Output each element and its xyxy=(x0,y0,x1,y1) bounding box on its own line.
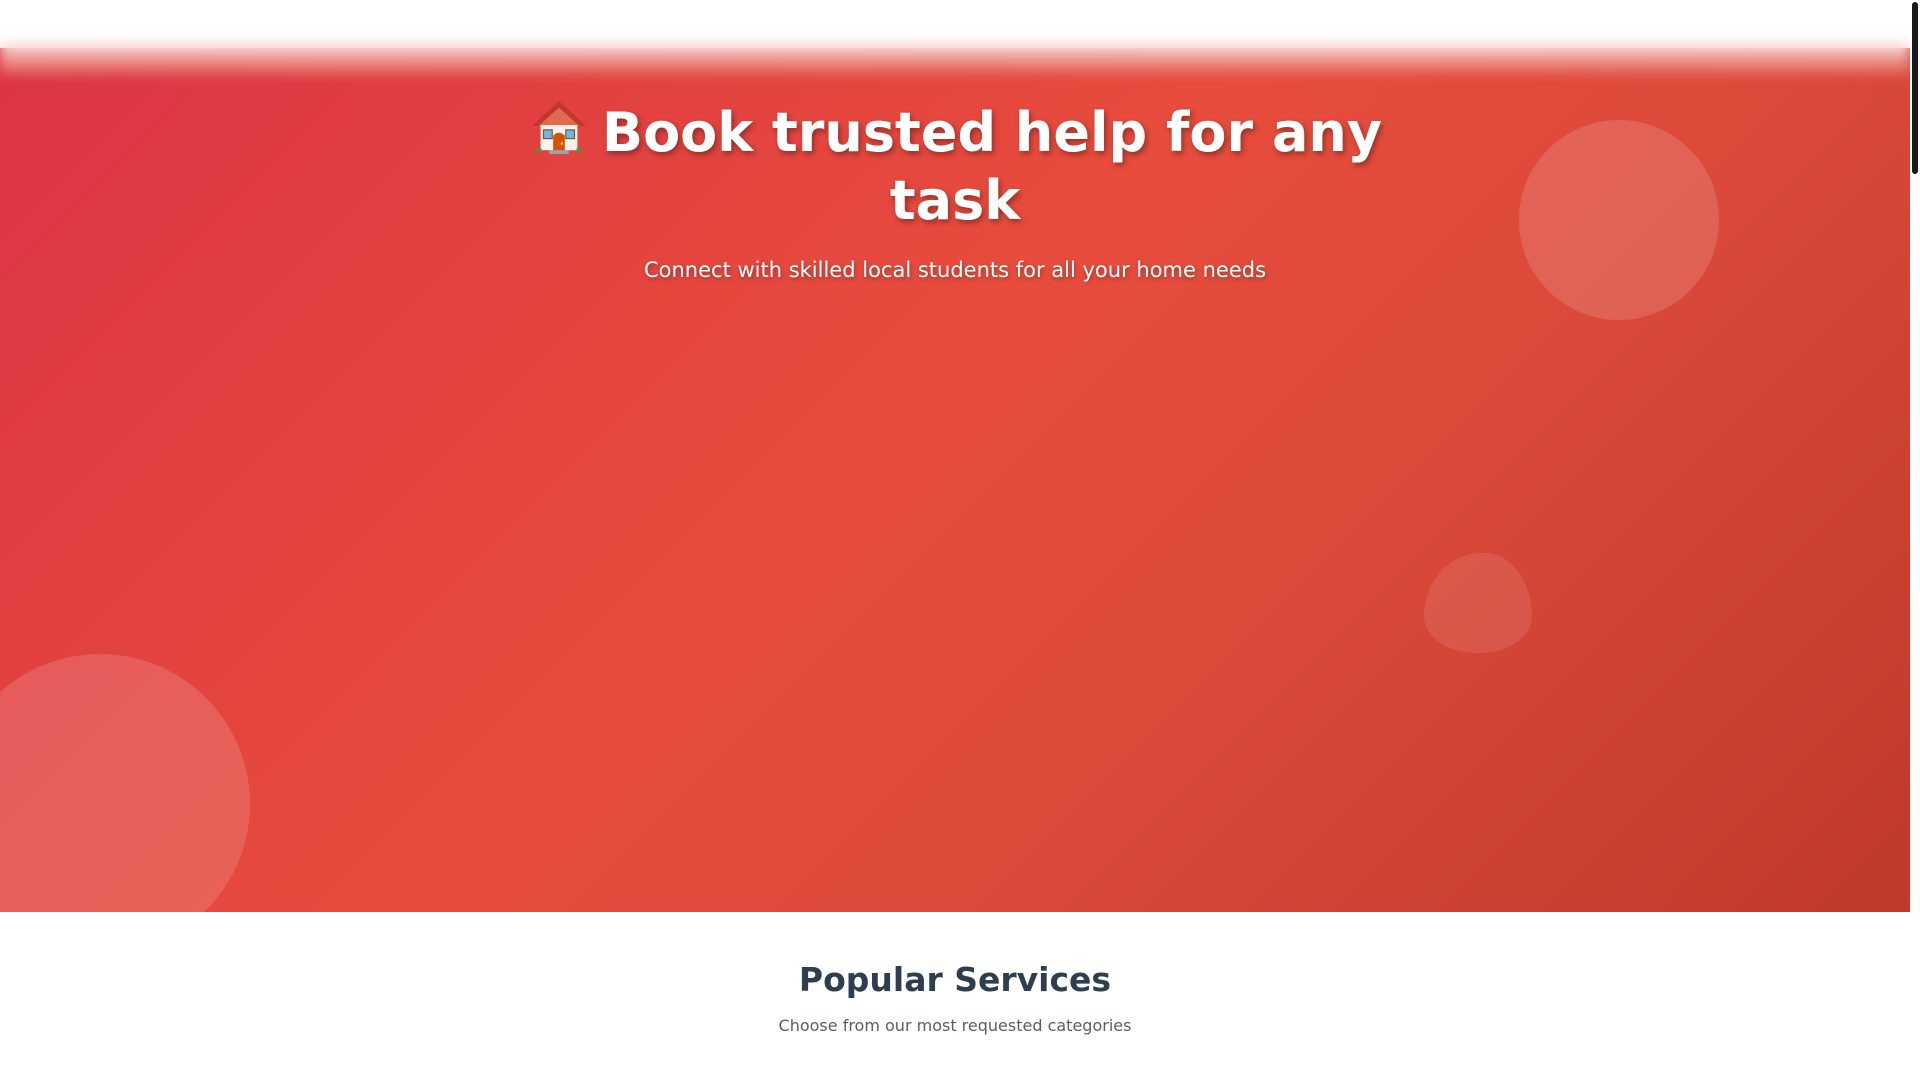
decorative-circle xyxy=(0,654,250,912)
viewport: Book trusted help for any task Connect w… xyxy=(0,0,1910,1080)
decorative-blob xyxy=(1424,553,1532,653)
page-scrollbar[interactable] xyxy=(1910,0,1920,1080)
hero-title: Book trusted help for any task xyxy=(510,95,1400,235)
services-subtitle: Choose from our most requested categorie… xyxy=(778,1016,1132,1035)
page: Book trusted help for any task Connect w… xyxy=(0,0,1920,1080)
services-section: Popular Services Choose from our most re… xyxy=(0,912,1910,1080)
hero-subtitle: Connect with skilled local students for … xyxy=(643,258,1267,282)
scrollbar-thumb[interactable] xyxy=(1912,2,1918,174)
house-icon xyxy=(528,95,590,157)
hero-title-text: Book trusted help for any task xyxy=(601,101,1383,232)
header-bar xyxy=(0,0,1910,75)
decorative-circle xyxy=(1519,120,1719,320)
services-title: Popular Services xyxy=(798,960,1112,999)
